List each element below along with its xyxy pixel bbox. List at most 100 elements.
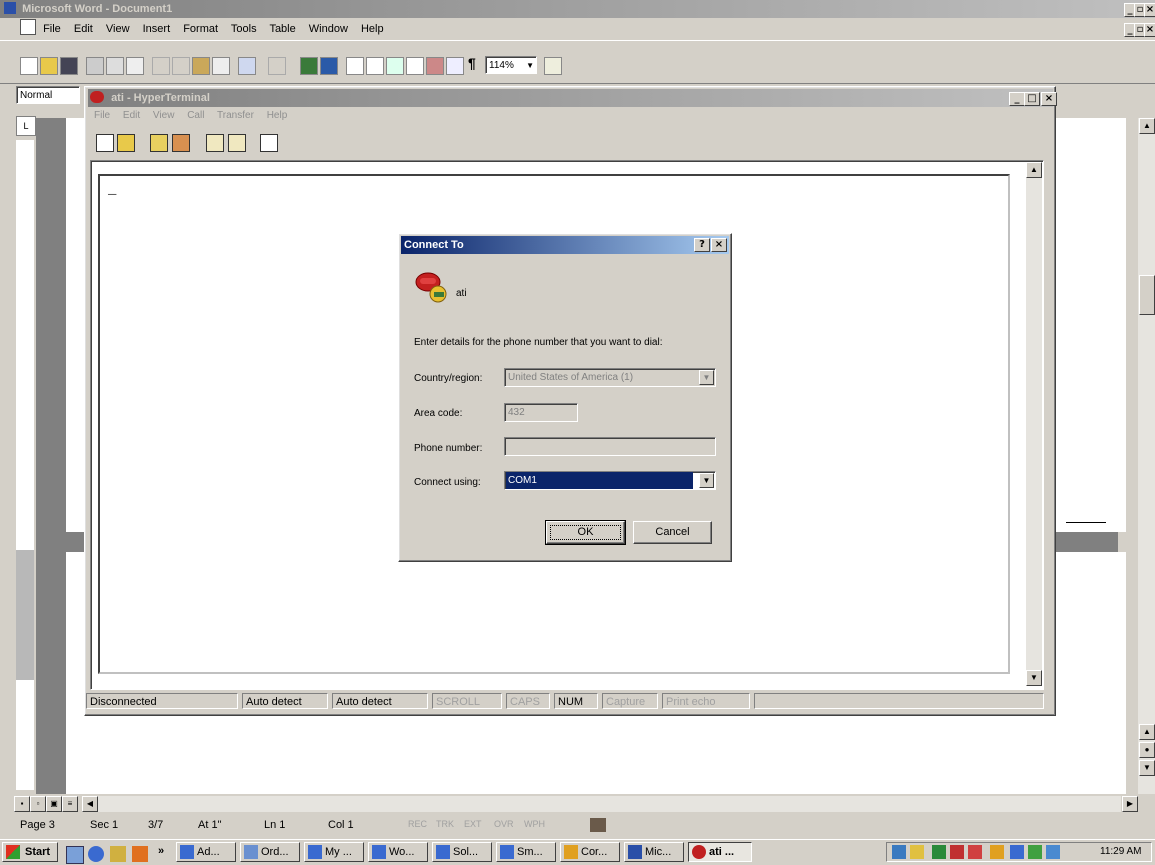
tray-security-icon[interactable] bbox=[968, 845, 982, 859]
copy-icon[interactable] bbox=[172, 57, 190, 75]
ruler-corner[interactable]: L bbox=[16, 116, 36, 136]
task-button-mic[interactable]: Mic... bbox=[624, 842, 684, 862]
task-button-ord[interactable]: Ord... bbox=[240, 842, 300, 862]
doc-icon[interactable] bbox=[20, 19, 36, 35]
tray-volume-icon[interactable] bbox=[910, 845, 924, 859]
hyperlink-icon[interactable] bbox=[300, 57, 318, 75]
zoom-box[interactable]: 114% ▼ bbox=[485, 56, 537, 74]
print-icon[interactable] bbox=[86, 57, 104, 75]
ht-send-icon[interactable] bbox=[206, 134, 224, 152]
connect-using-select[interactable]: COM1 ▼ bbox=[504, 471, 716, 490]
menu-view[interactable]: View bbox=[106, 23, 130, 35]
phone-number-input[interactable] bbox=[504, 437, 716, 456]
scroll-left-button[interactable]: ◀ bbox=[82, 796, 98, 812]
outline-view-button[interactable]: ≡ bbox=[62, 796, 78, 812]
word-titlebar[interactable]: Microsoft Word - Document1 bbox=[0, 0, 1155, 18]
insert-table-icon[interactable] bbox=[366, 57, 384, 75]
tray-printer-icon[interactable] bbox=[1028, 845, 1042, 859]
ht-new-icon[interactable] bbox=[96, 134, 114, 152]
web-toolbar-icon[interactable] bbox=[320, 57, 338, 75]
ht-close-button[interactable]: × bbox=[1041, 92, 1057, 106]
select-browse-object-button[interactable]: ● bbox=[1139, 742, 1155, 758]
doc-close-button[interactable]: × bbox=[1144, 23, 1155, 37]
save-icon[interactable] bbox=[60, 57, 78, 75]
dialog-help-button[interactable]: ? bbox=[694, 238, 710, 252]
ht-menu-view[interactable]: View bbox=[153, 110, 175, 121]
office-assistant-icon[interactable] bbox=[544, 57, 562, 75]
status-trk[interactable]: TRK bbox=[436, 819, 454, 829]
scroll-thumb[interactable] bbox=[1139, 275, 1155, 315]
spelling-icon[interactable] bbox=[126, 57, 144, 75]
status-wph[interactable]: WPH bbox=[524, 819, 545, 829]
undo-icon[interactable] bbox=[238, 57, 256, 75]
menu-window[interactable]: Window bbox=[309, 23, 348, 35]
task-button-cor[interactable]: Cor... bbox=[560, 842, 620, 862]
style-box[interactable]: Normal bbox=[16, 86, 80, 104]
tray-antivirus-icon[interactable] bbox=[932, 845, 946, 859]
ht-receive-icon[interactable] bbox=[228, 134, 246, 152]
print-preview-icon[interactable] bbox=[106, 57, 124, 75]
status-ovr[interactable]: OVR bbox=[494, 819, 514, 829]
chevron-down-icon[interactable]: ▼ bbox=[699, 473, 714, 488]
menu-insert[interactable]: Insert bbox=[143, 23, 171, 35]
redo-icon[interactable] bbox=[268, 57, 286, 75]
ht-open-icon[interactable] bbox=[117, 134, 135, 152]
menu-table[interactable]: Table bbox=[269, 23, 295, 35]
scroll-right-button[interactable]: ▶ bbox=[1122, 796, 1138, 812]
menu-file[interactable]: File bbox=[43, 23, 61, 35]
columns-icon[interactable] bbox=[406, 57, 424, 75]
ok-button[interactable]: OK bbox=[545, 520, 626, 545]
menu-edit[interactable]: Edit bbox=[74, 23, 93, 35]
word-hscrollbar[interactable] bbox=[98, 796, 1121, 812]
ht-menu-call[interactable]: Call bbox=[187, 110, 204, 121]
print-layout-button[interactable]: ▣ bbox=[46, 796, 62, 812]
country-select[interactable]: United States of America (1) ▼ bbox=[504, 368, 716, 387]
ht-menu-edit[interactable]: Edit bbox=[123, 110, 140, 121]
ht-scroll-down-button[interactable]: ▼ bbox=[1026, 670, 1042, 686]
terminal-vscrollbar[interactable] bbox=[1026, 162, 1042, 686]
clock[interactable]: 11:29 AM bbox=[1100, 846, 1142, 857]
normal-view-button[interactable]: ▪ bbox=[14, 796, 30, 812]
tray-messenger-icon[interactable] bbox=[1010, 845, 1024, 859]
tray-agent-icon[interactable] bbox=[990, 845, 1004, 859]
tray-network-icon[interactable] bbox=[892, 845, 906, 859]
cut-icon[interactable] bbox=[152, 57, 170, 75]
word-vscrollbar[interactable] bbox=[1138, 118, 1155, 794]
ht-menu-file[interactable]: File bbox=[94, 110, 110, 121]
status-rec[interactable]: REC bbox=[408, 819, 427, 829]
prev-page-button[interactable]: ▲ bbox=[1139, 724, 1155, 740]
area-code-input[interactable]: 432 bbox=[504, 403, 578, 422]
drawing-icon[interactable] bbox=[426, 57, 444, 75]
open-icon[interactable] bbox=[40, 57, 58, 75]
tray-update-icon[interactable] bbox=[950, 845, 964, 859]
ht-properties-icon[interactable] bbox=[260, 134, 278, 152]
paste-icon[interactable] bbox=[192, 57, 210, 75]
dialog-titlebar[interactable]: Connect To bbox=[401, 236, 729, 254]
task-button-ad[interactable]: Ad... bbox=[176, 842, 236, 862]
tables-borders-icon[interactable] bbox=[346, 57, 364, 75]
format-painter-icon[interactable] bbox=[212, 57, 230, 75]
dialog-close-button[interactable]: × bbox=[711, 238, 727, 252]
quicklaunch-more[interactable]: » bbox=[158, 845, 164, 857]
document-map-icon[interactable] bbox=[446, 57, 464, 75]
ht-minimize-button[interactable]: _ bbox=[1009, 92, 1025, 106]
insert-excel-icon[interactable] bbox=[386, 57, 404, 75]
task-button-my[interactable]: My ... bbox=[304, 842, 364, 862]
ht-menu-transfer[interactable]: Transfer bbox=[217, 110, 254, 121]
ht-scroll-up-button[interactable]: ▲ bbox=[1026, 162, 1042, 178]
web-layout-button[interactable]: ▫ bbox=[30, 796, 46, 812]
task-button-wo[interactable]: Wo... bbox=[368, 842, 428, 862]
spelling-status-icon[interactable] bbox=[590, 818, 606, 832]
cancel-button[interactable]: Cancel bbox=[633, 521, 712, 544]
task-button-sol[interactable]: Sol... bbox=[432, 842, 492, 862]
ht-disconnect-icon[interactable] bbox=[172, 134, 190, 152]
tray-connection-icon[interactable] bbox=[1046, 845, 1060, 859]
start-button[interactable]: Start bbox=[2, 842, 58, 862]
show-hide-icon[interactable]: ¶ bbox=[468, 55, 476, 71]
status-ext[interactable]: EXT bbox=[464, 819, 482, 829]
chevron-down-icon[interactable]: ▼ bbox=[699, 370, 714, 385]
new-icon[interactable] bbox=[20, 57, 38, 75]
quicklaunch-desktop-icon[interactable] bbox=[66, 846, 84, 864]
scroll-up-button[interactable]: ▲ bbox=[1139, 118, 1155, 134]
next-page-button[interactable]: ▼ bbox=[1139, 760, 1155, 776]
